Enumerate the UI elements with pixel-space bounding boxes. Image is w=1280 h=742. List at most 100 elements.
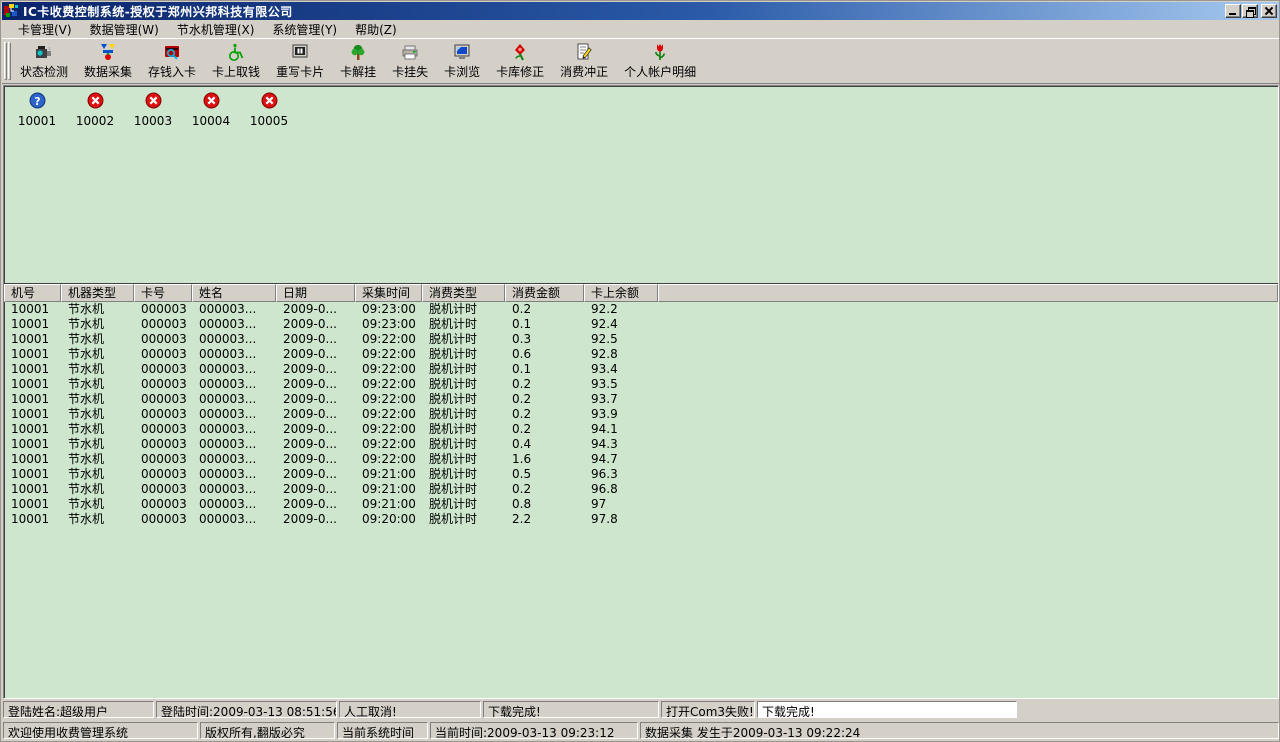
column-header-consume-type[interactable]: 消费类型 (422, 284, 505, 302)
table-cell: 000003... (192, 317, 276, 332)
table-row[interactable]: 10001节水机000003000003...2009-0...09:22:00… (4, 362, 1278, 377)
table-row[interactable]: 10001节水机000003000003...2009-0...09:23:00… (4, 317, 1278, 332)
close-button[interactable] (1261, 4, 1277, 18)
table-row[interactable]: 10001节水机000003000003...2009-0...09:22:00… (4, 437, 1278, 452)
toolbar-card-browse[interactable]: 卡浏览 (439, 41, 485, 81)
table-cell: 000003 (134, 392, 192, 407)
column-header-date[interactable]: 日期 (276, 284, 355, 302)
table-cell: 节水机 (61, 512, 134, 527)
table-row[interactable]: 10001节水机000003000003...2009-0...09:20:00… (4, 512, 1278, 527)
table-cell: 09:22:00 (355, 362, 422, 377)
table-cell: 0.1 (505, 317, 584, 332)
column-header-card-balance[interactable]: 卡上余额 (584, 284, 658, 302)
table-cell: 000003... (192, 422, 276, 437)
restore-button[interactable] (1242, 4, 1258, 18)
toolbar-data-collect[interactable]: 数据采集 (79, 41, 137, 81)
toolbar-personal-account-detail[interactable]: 个人帐户明细 (619, 41, 701, 81)
toolbar-deposit-to-card[interactable]: 存钱入卡 (143, 41, 201, 81)
toolbar-rewrite-card[interactable]: 重写卡片 (271, 41, 329, 81)
menu-water-saver-management[interactable]: 节水机管理(X) (168, 20, 264, 39)
table-cell: 000003 (134, 362, 192, 377)
table-cell: 节水机 (61, 497, 134, 512)
table-row[interactable]: 10001节水机000003000003...2009-0...09:23:00… (4, 302, 1278, 317)
data-collect-icon (98, 42, 118, 62)
table-cell: 000003... (192, 452, 276, 467)
table-cell: 000003... (192, 482, 276, 497)
table-cell: 2009-0... (276, 377, 355, 392)
menu-help[interactable]: 帮助(Z) (346, 20, 406, 39)
table-cell: 脱机计时 (422, 347, 505, 362)
table-cell: 09:23:00 (355, 317, 422, 332)
table-cell: 09:22:00 (355, 377, 422, 392)
table-row[interactable]: 10001节水机000003000003...2009-0...09:21:00… (4, 482, 1278, 497)
table-cell: 09:21:00 (355, 467, 422, 482)
toolbar-grip[interactable] (4, 42, 11, 80)
table-cell: 09:22:00 (355, 332, 422, 347)
account-detail-icon (650, 42, 670, 62)
table-cell: 000003 (134, 467, 192, 482)
minimize-button[interactable] (1225, 4, 1241, 18)
menu-system-management[interactable]: 系统管理(Y) (263, 20, 346, 39)
column-header-card-no[interactable]: 卡号 (134, 284, 192, 302)
table-cell: 10001 (4, 467, 61, 482)
table-row[interactable]: 10001节水机000003000003...2009-0...09:22:00… (4, 422, 1278, 437)
toolbar-withdraw-from-card[interactable]: 卡上取钱 (207, 41, 265, 81)
restore-icon (1246, 7, 1254, 15)
toolbar-label: 卡挂失 (392, 63, 428, 80)
table-row[interactable]: 10001节水机000003000003...2009-0...09:21:00… (4, 497, 1278, 512)
device-item-10002[interactable]: 10002 (66, 90, 124, 128)
table-cell: 000003 (134, 407, 192, 422)
table-cell: 92.4 (584, 317, 658, 332)
device-item-10004[interactable]: 10004 (182, 90, 240, 128)
column-header-machine-type[interactable]: 机器类型 (61, 284, 134, 302)
toolbar-label: 卡库修正 (496, 63, 544, 80)
toolbar-consume-reversal[interactable]: 消费冲正 (555, 41, 613, 81)
table-cell: 09:22:00 (355, 437, 422, 452)
table-cell: 0.2 (505, 392, 584, 407)
toolbar-status-check[interactable]: 状态检测 (15, 41, 73, 81)
toolbar-card-db-fix[interactable]: 卡库修正 (491, 41, 549, 81)
table-row[interactable]: 10001节水机000003000003...2009-0...09:22:00… (4, 332, 1278, 347)
table-cell: 10001 (4, 317, 61, 332)
table-cell: 10001 (4, 347, 61, 362)
toolbar-card-report-loss[interactable]: 卡挂失 (387, 41, 433, 81)
device-list: ? 10001 10002 10003 10004 10005 (8, 90, 298, 128)
table-cell: 0.5 (505, 467, 584, 482)
table-cell: 10001 (4, 377, 61, 392)
table-cell: 节水机 (61, 467, 134, 482)
device-id: 10003 (124, 114, 182, 128)
column-header-machine-no[interactable]: 机号 (4, 284, 61, 302)
table-cell: 10001 (4, 422, 61, 437)
table-row[interactable]: 10001节水机000003000003...2009-0...09:22:00… (4, 407, 1278, 422)
table-row[interactable]: 10001节水机000003000003...2009-0...09:22:00… (4, 377, 1278, 392)
device-item-10003[interactable]: 10003 (124, 90, 182, 128)
table-cell: 脱机计时 (422, 422, 505, 437)
column-header-collect-time[interactable]: 采集时间 (355, 284, 422, 302)
table-cell: 节水机 (61, 302, 134, 317)
table-cell: 10001 (4, 407, 61, 422)
toolbar-card-unfreeze[interactable]: 卡解挂 (335, 41, 381, 81)
table-row[interactable]: 10001节水机000003000003...2009-0...09:22:00… (4, 392, 1278, 407)
table-cell: 0.4 (505, 437, 584, 452)
table-row[interactable]: 10001节水机000003000003...2009-0...09:21:00… (4, 467, 1278, 482)
table-row[interactable]: 10001节水机000003000003...2009-0...09:22:00… (4, 347, 1278, 362)
menu-data-management[interactable]: 数据管理(W) (81, 20, 168, 39)
device-item-10001[interactable]: ? 10001 (8, 90, 66, 128)
table-cell: 92.2 (584, 302, 658, 317)
device-id: 10004 (182, 114, 240, 128)
error-icon (261, 92, 278, 109)
table-cell: 节水机 (61, 317, 134, 332)
table-body: 10001节水机000003000003...2009-0...09:23:00… (4, 301, 1278, 527)
table-row[interactable]: 10001节水机000003000003...2009-0...09:22:00… (4, 452, 1278, 467)
table-cell: 2009-0... (276, 467, 355, 482)
table-cell: 000003 (134, 332, 192, 347)
device-item-10005[interactable]: 10005 (240, 90, 298, 128)
column-header-consume-amount[interactable]: 消费金额 (505, 284, 584, 302)
main-panel: ? 10001 10002 10003 10004 10005 (3, 85, 1279, 699)
table-cell: 94.1 (584, 422, 658, 437)
menu-card-management[interactable]: 卡管理(V) (9, 20, 81, 39)
table-cell: 000003... (192, 437, 276, 452)
column-header-name[interactable]: 姓名 (192, 284, 276, 302)
table-cell: 节水机 (61, 422, 134, 437)
table-cell: 10001 (4, 437, 61, 452)
